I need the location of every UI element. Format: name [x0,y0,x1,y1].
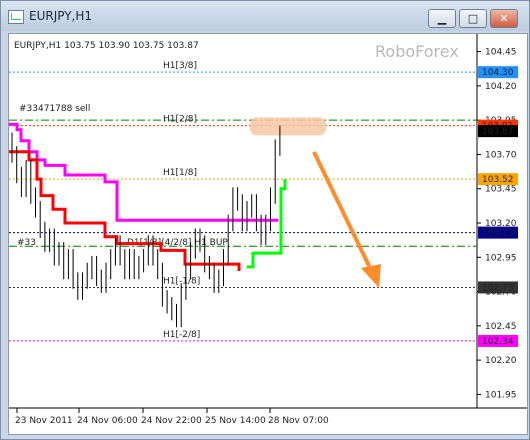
level-tag-text-3: 103.13 [482,229,514,239]
magenta-indicator-line [9,122,279,222]
y-tick-label-1: 104.20 [485,82,517,92]
symbol-header: EURJPY,H1 103.75 103.90 103.75 103.87 [14,41,199,51]
close-button[interactable]: ✕ [490,9,518,28]
y-tick-label-10: 101.95 [485,390,517,400]
level-label-5: H1[-2/8] [163,330,200,340]
price-highlight-box [250,117,326,136]
chart-area[interactable]: EURJPY,H1 103.75 103.90 103.75 103.87 Ro… [8,33,528,435]
y-tick-label-3: 103.70 [485,150,517,160]
price-chart[interactable]: EURJPY,H1 103.75 103.90 103.75 103.87 Ro… [9,34,527,434]
trade-label: #33471788 sell [19,104,90,114]
level-label-1: H1[2/8] [163,115,197,125]
level-tag-text-0: 104.30 [482,68,514,78]
y-tick-label-9: 102.20 [485,356,517,366]
y-tick-label-4: 103.45 [485,185,517,195]
y-tick-label-0: 104.45 [485,48,517,58]
forecast-arrow-shaft [312,151,373,271]
maximize-button[interactable]: □ [459,9,487,28]
x-tick-label-0: 23 Nov 2011 [15,416,73,426]
chart-window: EURJPY,H1 ▁ □ ✕ EURJPY,H1 103.75 103.90 … [0,0,530,440]
current-price-text: 103.87 [482,127,514,137]
forecast-arrow-head [361,264,381,288]
x-tick-label-2: 24 Nov 22:00 [141,416,202,426]
window-title: EURJPY,H1 [29,9,93,23]
x-tick-label-1: 24 Nov 06:00 [77,416,138,426]
x-tick-label-3: 25 Nov 14:00 [205,416,266,426]
level-label-2: H1[1/8] [163,168,197,178]
x-tick-label-4: 28 Nov 07:00 [268,416,329,426]
level-tag-text-5: 102.34 [482,337,514,347]
y-tick-label-8: 102.45 [485,322,517,332]
level-tag-text-2: 103.52 [482,175,514,185]
chart-app-icon [8,10,24,24]
level-label-0: H1[3/8] [163,61,197,71]
y-tick-label-6: 102.95 [485,253,517,263]
level-tag-text-4: 102.73 [482,283,514,293]
minimize-button[interactable]: ▁ [428,9,456,28]
watermark: RoboForex [375,42,459,61]
title-bar[interactable]: EURJPY,H1 ▁ □ ✕ [1,1,529,31]
